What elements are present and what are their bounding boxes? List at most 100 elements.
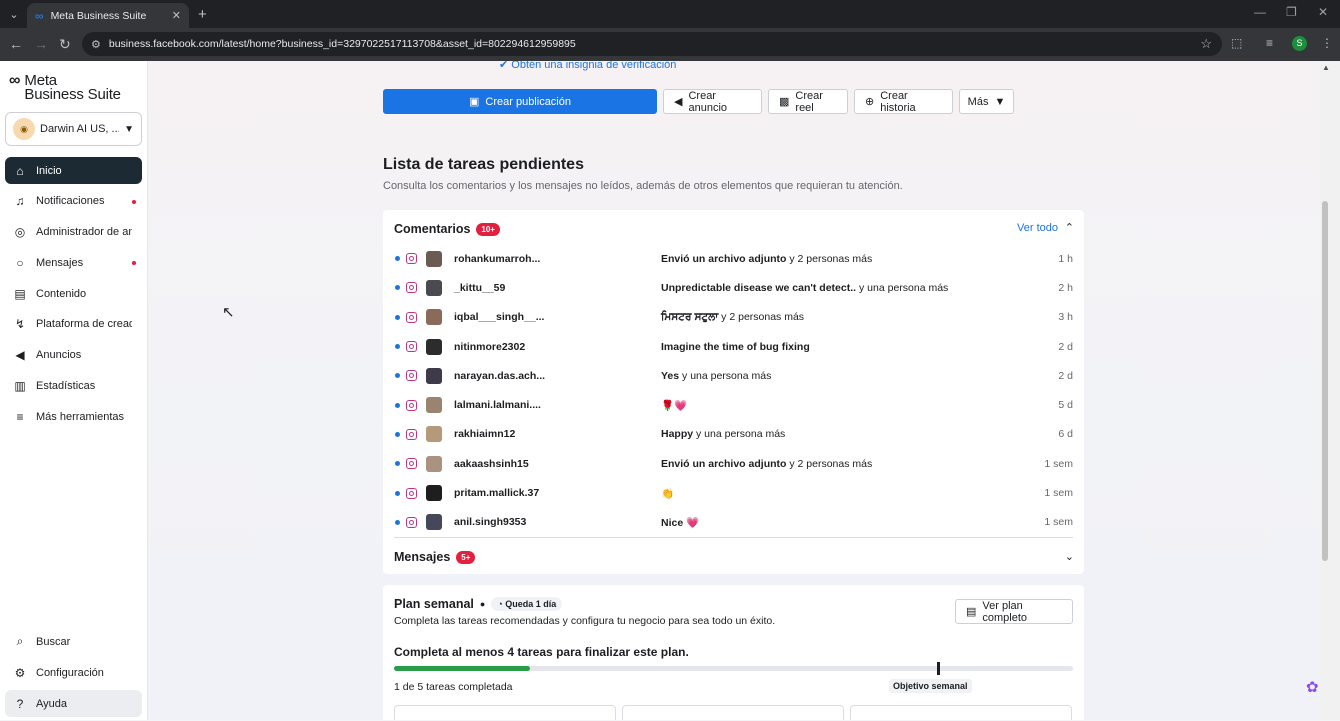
window-close-icon[interactable]: ✕	[1318, 5, 1328, 19]
progress-fill	[394, 666, 530, 671]
task-card[interactable]	[394, 705, 616, 720]
tab-search-icon[interactable]: ⌄	[0, 0, 28, 28]
logo-line-2: Business Suite	[24, 86, 121, 103]
comment-text: Happy y una persona más	[661, 428, 786, 441]
help-icon: ?	[16, 696, 24, 711]
story-icon: ⊕	[865, 96, 875, 108]
bar-chart-icon: ▥	[14, 379, 26, 394]
sidebar-nav: ⌂ Inicio ♫ Notificaciones ◎ Administrado…	[5, 157, 142, 434]
bell-icon: ♫	[15, 194, 25, 209]
create-story-button[interactable]: ⊕ Crear historia	[854, 89, 953, 114]
megaphone-icon: ◀	[674, 96, 683, 108]
minimize-icon[interactable]: —	[1254, 5, 1266, 19]
comments-badge: 10+	[476, 222, 500, 236]
chevron-down-icon[interactable]: ⌄	[1065, 550, 1074, 563]
instagram-icon	[406, 428, 417, 440]
sidebar-item-label: Inicio	[36, 164, 62, 177]
comment-row[interactable]: rakhiaimn12 Happy y una persona más 6 d	[383, 420, 1084, 449]
maximize-icon[interactable]: ❐	[1286, 5, 1297, 19]
avatar	[426, 397, 442, 414]
sidebar-item-anuncios[interactable]: ◀ Anuncios	[5, 342, 142, 369]
plan-goal: Completa al menos 4 tareas para finaliza…	[394, 645, 689, 659]
profile-avatar[interactable]: S	[1292, 36, 1307, 51]
info-icon[interactable]: ●	[480, 599, 485, 609]
comment-row[interactable]: anil.singh9353 Nice 💗 1 sem	[383, 508, 1084, 537]
browser-menu-icon[interactable]: ⋮	[1321, 36, 1333, 50]
view-full-plan-button[interactable]: ▤ Ver plan completo	[955, 599, 1073, 624]
sidebar-item-label: Contenido	[36, 287, 87, 300]
comment-user: pritam.mallick.37	[454, 487, 540, 500]
sidebar-item-administrador[interactable]: ◎ Administrador de anuncios	[5, 219, 142, 246]
bookmark-star-icon[interactable]: ☆	[1200, 36, 1212, 52]
messages-section[interactable]: Mensajes 5+	[394, 550, 476, 564]
create-post-button[interactable]: ▣ Crear publicación	[383, 89, 657, 114]
new-tab-icon[interactable]: +	[198, 6, 207, 23]
site-info-icon[interactable]: ⚙	[91, 38, 101, 51]
scroll-up-icon[interactable]: ▲	[1322, 63, 1330, 72]
extensions-icon[interactable]: ⬚	[1231, 36, 1242, 50]
sidebar-item-label: Más herramientas	[36, 410, 125, 423]
comment-user: rohankumarroh...	[454, 252, 541, 265]
todo-title: Lista de tareas pendientes	[383, 156, 584, 173]
comment-row[interactable]: _kittu__59 Unpredictable disease we can't…	[383, 273, 1084, 302]
instagram-icon	[406, 311, 417, 323]
comment-row[interactable]: lalmani.lalmani.... 🌹💗 5 d	[383, 390, 1084, 419]
avatar	[426, 485, 442, 502]
sidebar-item-notificaciones[interactable]: ♫ Notificaciones	[5, 188, 142, 215]
sidebar-item-inicio[interactable]: ⌂ Inicio	[5, 157, 142, 184]
assistant-icon[interactable]: ✿	[1306, 678, 1319, 696]
create-reel-button[interactable]: ▩ Crear reel	[768, 89, 848, 114]
task-card[interactable]	[850, 705, 1072, 720]
comment-user: _kittu__59	[454, 281, 506, 294]
task-card[interactable]	[622, 705, 844, 720]
sidebar-item-configuracion[interactable]: ⚙ Configuración	[5, 659, 142, 686]
instagram-icon	[406, 399, 417, 411]
account-selector[interactable]: ◉ Darwin AI US, ... ▼	[5, 112, 142, 146]
see-all-link[interactable]: Ver todo	[1017, 222, 1058, 234]
address-bar[interactable]: ⚙ business.facebook.com/latest/home?busi…	[82, 32, 1222, 56]
unread-dot	[395, 461, 400, 467]
action-bar: ▣ Crear publicación ◀ Crear anuncio ▩ Cr…	[383, 89, 1014, 114]
sidebar-item-ayuda[interactable]: ? Ayuda	[5, 690, 142, 717]
comment-row[interactable]: rohankumarroh... Envió un archivo adjunto…	[383, 244, 1084, 273]
comment-row[interactable]: iqbal___singh__... ਮਿਸਟਰ ਸਟੁਲਾ y 2 person…	[383, 303, 1084, 332]
close-icon[interactable]: ✕	[172, 9, 181, 22]
comment-list: rohankumarroh... Envió un archivo adjunto…	[383, 244, 1084, 537]
meta-logo[interactable]: ∞ Meta Business Suite	[9, 73, 121, 103]
sidebar-item-mas-herramientas[interactable]: ≡ Más herramientas	[5, 403, 142, 430]
back-icon[interactable]: ←	[9, 36, 23, 52]
scrollbar[interactable]: ▲	[1320, 61, 1340, 720]
verification-link[interactable]: ✔ Obtén una insignia de verificación	[499, 61, 676, 71]
comment-time: 6 d	[1058, 428, 1073, 441]
sidebar-item-label: Anuncios	[36, 349, 82, 362]
megaphone-icon: ◀	[15, 348, 25, 363]
sidebar-item-label: Plataforma de creadores	[36, 318, 132, 331]
comment-time: 2 h	[1058, 281, 1073, 294]
sidebar-item-buscar[interactable]: ⌕ Buscar	[5, 628, 142, 655]
comment-text: Nice 💗	[661, 516, 700, 529]
sidebar-item-label: Buscar	[36, 635, 71, 648]
sidebar-item-mensajes[interactable]: ○ Mensajes	[5, 249, 142, 276]
reload-icon[interactable]: ↻	[59, 36, 71, 53]
browser-tab[interactable]: ∞ Meta Business Suite ✕	[27, 3, 189, 28]
more-button[interactable]: Más ▼	[959, 89, 1014, 114]
sidebar-item-contenido[interactable]: ▤ Contenido	[5, 280, 142, 307]
avatar	[426, 309, 442, 326]
chevron-up-icon[interactable]: ⌃	[1065, 221, 1074, 234]
browser-chrome: ⌄ ∞ Meta Business Suite ✕ + — ❐ ✕ ← → ↻ …	[0, 0, 1340, 61]
comment-row[interactable]: aakaashsinh15 Envió un archivo adjunto y …	[383, 449, 1084, 478]
sidebar-item-estadisticas[interactable]: ▥ Estadísticas	[5, 373, 142, 400]
comments-title: Comentarios	[394, 222, 471, 236]
avatar	[426, 250, 442, 267]
avatar	[426, 367, 442, 384]
sidebar-item-plataforma[interactable]: ↯ Plataforma de creadores	[5, 311, 142, 338]
sidebar-item-label: Administrador de anuncios	[36, 226, 132, 239]
instagram-icon	[406, 370, 417, 382]
scrollbar-thumb[interactable]	[1322, 201, 1328, 561]
media-control-icon[interactable]: ≡	[1266, 36, 1273, 50]
comment-row[interactable]: narayan.das.ach... Yes y una persona más 2…	[383, 361, 1084, 390]
create-ad-button[interactable]: ◀ Crear anuncio	[663, 89, 762, 114]
comment-row[interactable]: nitinmore2302 Imagine the time of bug fix…	[383, 332, 1084, 361]
sidebar-item-label: Ayuda	[36, 697, 67, 710]
comment-row[interactable]: pritam.mallick.37 👏 1 sem	[383, 478, 1084, 507]
